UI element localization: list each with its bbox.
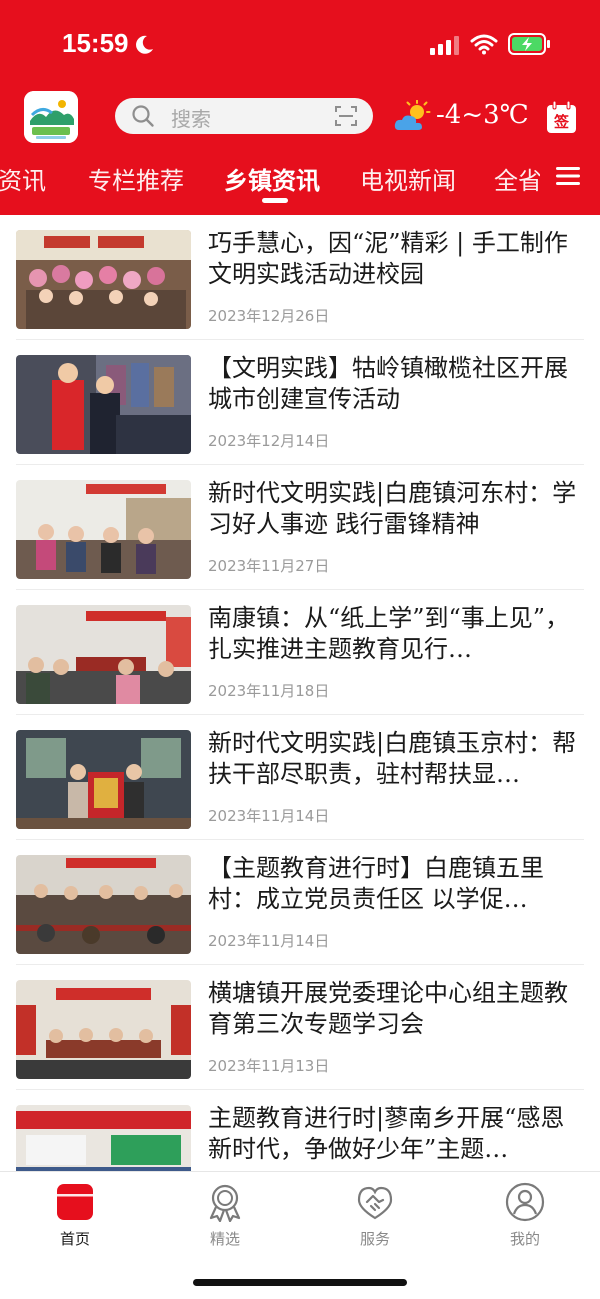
nav-home[interactable]: 首页: [25, 1182, 125, 1252]
news-date: 2023年11月13日: [208, 1057, 330, 1075]
news-date: 2023年12月26日: [208, 307, 330, 325]
news-item[interactable]: 新时代文明实践|白鹿镇河东村：学习好人事迹 践行雷锋精神 2023年11月27日: [0, 465, 600, 590]
news-title: 【主题教育进行时】白鹿镇五里村：成立党员责任区 以学促…: [208, 854, 544, 913]
news-item[interactable]: 巧手慧心，因“泥”精彩 | 手工制作文明实践活动进校园 2023年12月26日: [0, 215, 600, 340]
status-bar: 15:59: [0, 0, 600, 80]
checkin-calendar-icon[interactable]: 签: [545, 100, 578, 135]
news-title: 新时代文明实践|白鹿镇河东村：学习好人事迹 践行雷锋精神: [208, 479, 577, 538]
moon-icon: [136, 35, 153, 54]
award-icon: [209, 1184, 241, 1222]
profile-icon: [505, 1182, 545, 1222]
app-logo[interactable]: [24, 91, 78, 143]
app-logo-image: [24, 91, 78, 143]
news-thumbnail: [16, 230, 191, 329]
tab-township-news[interactable]: 乡镇资讯: [224, 161, 320, 196]
news-title: 南康镇：从“纸上学”到“事上见”，扎实推进主题教育见行…: [208, 604, 570, 663]
search-bar[interactable]: 搜索: [115, 98, 373, 134]
tab-column-recommend[interactable]: 专栏推荐: [88, 161, 184, 196]
news-item[interactable]: 横塘镇开展党委理论中心组主题教育第三次专题学习会 2023年11月13日: [0, 965, 600, 1090]
news-date: 2023年11月14日: [208, 932, 330, 950]
cellular-signal-icon: [430, 36, 459, 55]
news-item[interactable]: 南康镇：从“纸上学”到“事上见”，扎实推进主题教育见行… 2023年11月18日: [0, 590, 600, 715]
news-date: 2023年11月18日: [208, 682, 330, 700]
news-list: 巧手慧心，因“泥”精彩 | 手工制作文明实践活动进校园 2023年12月26日 …: [0, 215, 600, 1171]
tab-news[interactable]: 资讯: [0, 161, 46, 196]
nav-profile[interactable]: 我的: [475, 1182, 575, 1252]
news-thumbnail: [16, 605, 191, 704]
news-thumbnail: [16, 730, 191, 829]
weather-cloudy-sun-icon: [394, 100, 431, 130]
news-title: 【文明实践】牯岭镇橄榄社区开展城市创建宣传活动: [208, 354, 568, 413]
nav-featured[interactable]: 精选: [175, 1182, 275, 1252]
news-date: 2023年11月27日: [208, 557, 330, 575]
tab-tv-news[interactable]: 电视新闻: [360, 161, 456, 196]
nav-services-label: 服务: [359, 1230, 390, 1248]
home-icon: [57, 1184, 93, 1220]
nav-home-label: 首页: [59, 1230, 90, 1248]
nav-featured-label: 精选: [209, 1230, 240, 1248]
news-date: 2023年12月14日: [208, 432, 330, 450]
news-thumbnail: [16, 1105, 191, 1171]
handshake-icon: [357, 1186, 393, 1220]
news-thumbnail: [16, 480, 191, 579]
app-header: 15:59 搜索 -4~3℃ 签 资讯 专栏推荐 乡镇资讯 电视新闻 全省: [0, 0, 600, 215]
battery-charging-icon: [508, 33, 550, 55]
nav-services[interactable]: 服务: [325, 1182, 425, 1252]
news-thumbnail: [16, 855, 191, 954]
active-tab-indicator: [262, 198, 288, 203]
checkin-label: 签: [553, 113, 570, 131]
news-title: 新时代文明实践|白鹿镇玉京村：帮扶干部尽职责，驻村帮扶显…: [208, 729, 577, 788]
search-placeholder: 搜索: [171, 107, 211, 131]
news-date: 2023年11月14日: [208, 807, 330, 825]
home-indicator: [193, 1279, 407, 1286]
status-time: 15:59: [62, 28, 129, 58]
search-icon: [132, 105, 154, 127]
news-item[interactable]: 【主题教育进行时】白鹿镇五里村：成立党员责任区 以学促… 2023年11月14日: [0, 840, 600, 965]
news-item[interactable]: 新时代文明实践|白鹿镇玉京村：帮扶干部尽职责，驻村帮扶显… 2023年11月14…: [0, 715, 600, 840]
nav-profile-label: 我的: [509, 1230, 540, 1248]
tab-province[interactable]: 全省: [494, 161, 540, 196]
news-item[interactable]: 主题教育进行时|蓼南乡开展“感恩新时代，争做好少年”主题…: [0, 1090, 600, 1171]
menu-icon[interactable]: [556, 166, 580, 186]
scan-icon[interactable]: [334, 105, 358, 127]
news-item[interactable]: 【文明实践】牯岭镇橄榄社区开展城市创建宣传活动 2023年12月14日: [0, 340, 600, 465]
temperature-text: -4~3℃: [436, 100, 529, 130]
news-thumbnail: [16, 355, 191, 454]
news-title: 横塘镇开展党委理论中心组主题教育第三次专题学习会: [208, 979, 568, 1038]
news-title: 巧手慧心，因“泥”精彩 | 手工制作文明实践活动进校园: [208, 229, 568, 288]
wifi-icon: [470, 34, 498, 55]
news-title: 主题教育进行时|蓼南乡开展“感恩新时代，争做好少年”主题…: [208, 1104, 565, 1163]
news-thumbnail: [16, 980, 191, 1079]
